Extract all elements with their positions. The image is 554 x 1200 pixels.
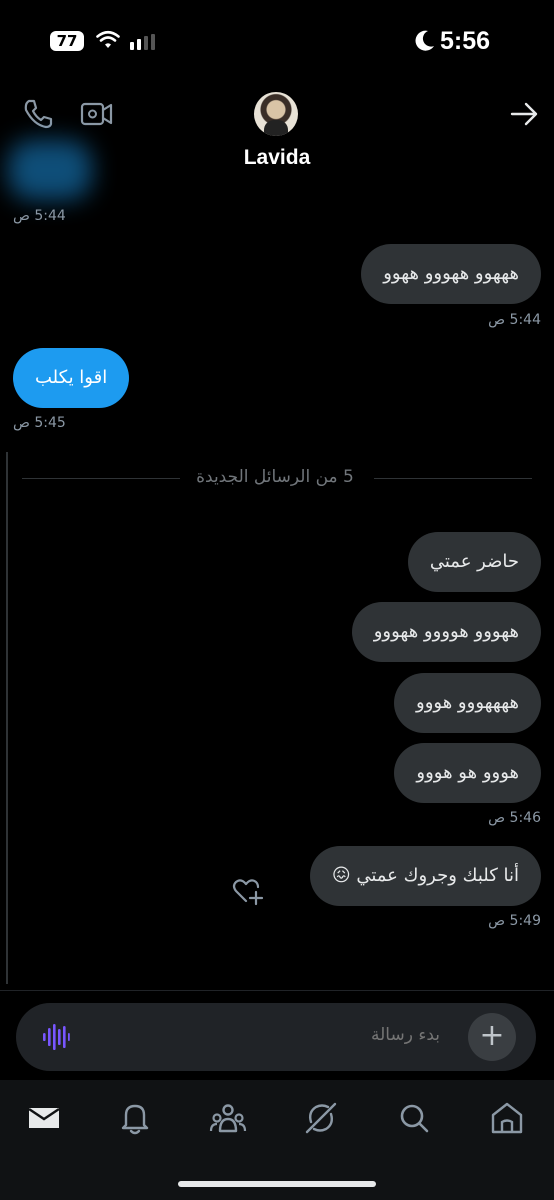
- contact-avatar[interactable]: [254, 92, 298, 136]
- bell-icon[interactable]: [115, 1098, 155, 1138]
- received-message[interactable]: اقوا يكلب: [13, 348, 130, 408]
- message-time: 5:49 ص: [488, 913, 541, 929]
- partial-message-bubble: [8, 140, 92, 200]
- video-call-icon[interactable]: [80, 98, 114, 130]
- separator-line: [22, 478, 180, 479]
- mail-icon[interactable]: [24, 1098, 64, 1138]
- signal-icon: [130, 34, 155, 50]
- do-not-disturb-moon-icon: [415, 30, 434, 51]
- battery-indicator: 77: [50, 31, 84, 51]
- sent-message[interactable]: ههووو هوووو ههووو: [351, 602, 541, 662]
- wifi-icon: [96, 30, 120, 48]
- voice-message-icon[interactable]: [42, 1023, 70, 1051]
- status-bar: 77 5:56: [0, 0, 554, 84]
- message-time: 5:45 ص: [13, 415, 66, 431]
- sent-message[interactable]: حاضر عمتي: [407, 532, 541, 592]
- composer-area: +: [0, 990, 554, 1079]
- home-icon[interactable]: [487, 1098, 527, 1138]
- new-messages-separator: 5 من الرسائل الجديدة: [196, 467, 354, 487]
- home-indicator[interactable]: [178, 1181, 376, 1187]
- unread-rail: [6, 452, 8, 984]
- sent-message[interactable]: ههههووو هووو: [394, 673, 541, 733]
- add-reaction-icon[interactable]: [232, 876, 264, 906]
- message-composer: +: [16, 1003, 536, 1071]
- sent-message[interactable]: هههوو ههووو ههوو: [361, 244, 541, 304]
- grok-icon[interactable]: [301, 1098, 341, 1138]
- communities-icon[interactable]: [208, 1098, 248, 1138]
- sent-message[interactable]: أنا كلبك وجروك عمتي 😖: [309, 846, 541, 906]
- add-attachment-button[interactable]: +: [468, 1013, 516, 1061]
- message-time: 5:46 ص: [488, 810, 541, 826]
- status-time: 5:56: [440, 27, 491, 55]
- separator-line: [374, 478, 532, 479]
- message-time: 5:44 ص: [488, 312, 541, 328]
- message-time: 5:44 ص: [13, 208, 66, 224]
- back-arrow-icon[interactable]: [510, 100, 540, 128]
- sent-message[interactable]: هووو هو هووو: [394, 743, 541, 803]
- phone-call-icon[interactable]: [22, 98, 54, 130]
- message-input[interactable]: [240, 1025, 440, 1045]
- search-icon[interactable]: [394, 1098, 434, 1138]
